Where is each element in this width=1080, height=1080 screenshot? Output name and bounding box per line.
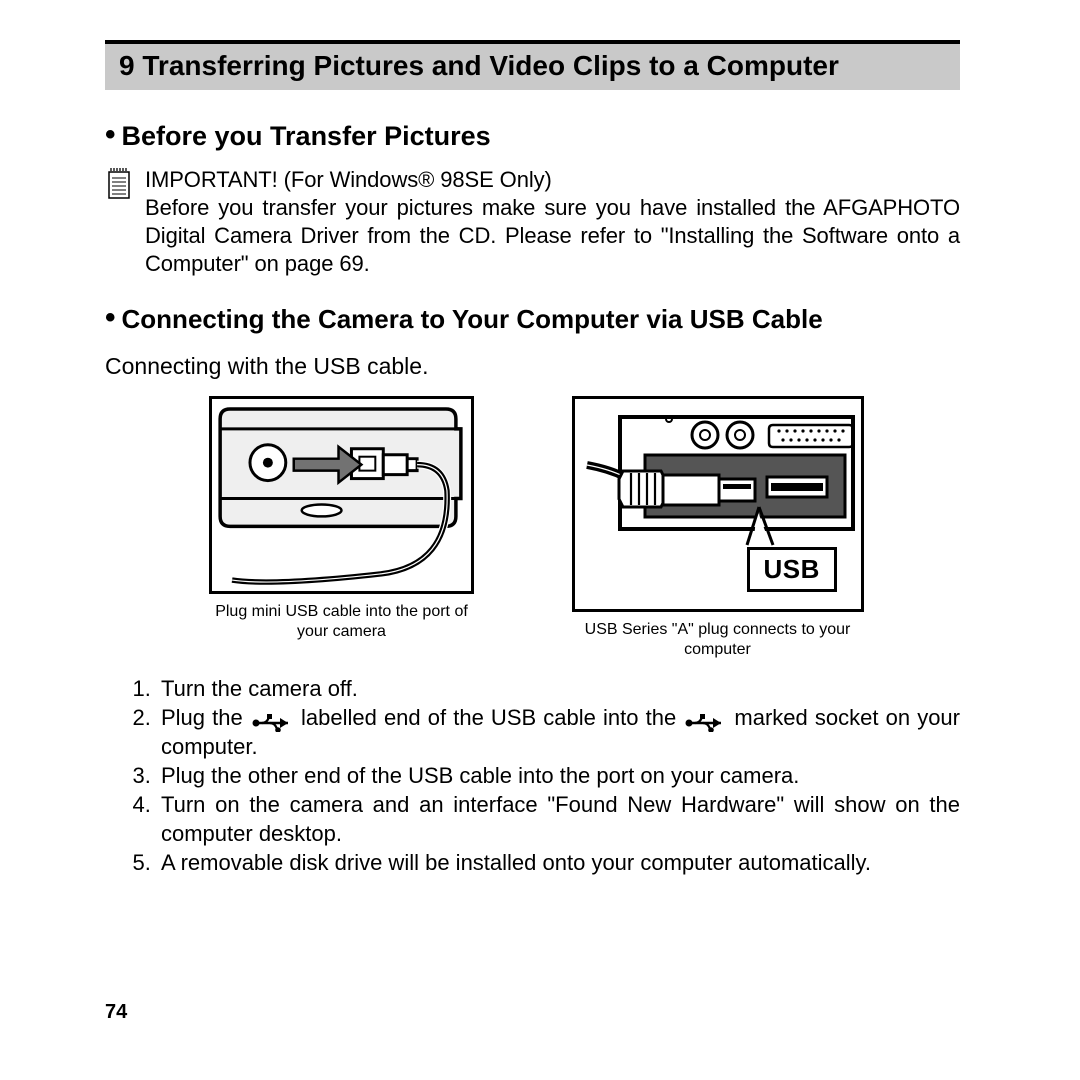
step-5-text: A removable disk drive will be installed… [161, 850, 871, 875]
figure-row: Plug mini USB cable into the port of you… [105, 396, 960, 660]
note-heading: IMPORTANT! (For Windows® 98SE Only) [145, 166, 960, 194]
chapter-title-text: Transferring Pictures and Video Clips to… [142, 50, 839, 81]
step-2-text-a: Plug the [161, 705, 250, 730]
camera-caption: Plug mini USB cable into the port of you… [202, 602, 482, 642]
usb-trident-icon [250, 710, 294, 728]
step-2-text-b: labelled end of the USB cable into the [301, 705, 683, 730]
step-3-text: Plug the other end of the USB cable into… [161, 763, 799, 788]
step-4: Turn on the camera and an interface "Fou… [157, 790, 960, 848]
step-2: Plug the labelled end of the USB cable i… [157, 703, 960, 761]
page-number: 74 [105, 1001, 127, 1024]
step-4-text: Turn on the camera and an interface "Fou… [161, 792, 960, 846]
step-1: Turn the camera off. [157, 674, 960, 703]
figure-computer: USB USB Series "A" plug connects to your… [572, 396, 864, 660]
section1-title: Before you Transfer Pictures [122, 121, 491, 151]
figure-camera: Plug mini USB cable into the port of you… [202, 396, 482, 660]
connecting-caption: Connecting with the USB cable. [105, 353, 960, 380]
computer-illustration: USB [572, 396, 864, 612]
step-list: Turn the camera off. Plug the labelled e… [105, 674, 960, 877]
bullet-icon: • [105, 301, 122, 334]
note-body: Before you transfer your pictures make s… [145, 195, 960, 276]
important-note: IMPORTANT! (For Windows® 98SE Only) Befo… [105, 166, 960, 279]
usb-label: USB [747, 547, 837, 592]
section-connecting-usb: •Connecting the Camera to Your Computer … [105, 301, 960, 335]
computer-caption: USB Series "A" plug connects to your com… [578, 620, 858, 660]
usb-trident-icon [683, 710, 727, 728]
step-5: A removable disk drive will be installed… [157, 848, 960, 877]
chapter-number: 9 [119, 50, 135, 81]
bullet-icon: • [105, 118, 122, 151]
chapter-title: 9 Transferring Pictures and Video Clips … [105, 40, 960, 90]
step-1-text: Turn the camera off. [161, 676, 358, 701]
section-before-transfer: •Before you Transfer Pictures [105, 118, 960, 152]
step-3: Plug the other end of the USB cable into… [157, 761, 960, 790]
camera-illustration [209, 396, 474, 594]
section2-title: Connecting the Camera to Your Computer v… [122, 304, 823, 334]
notepad-icon [105, 166, 135, 208]
